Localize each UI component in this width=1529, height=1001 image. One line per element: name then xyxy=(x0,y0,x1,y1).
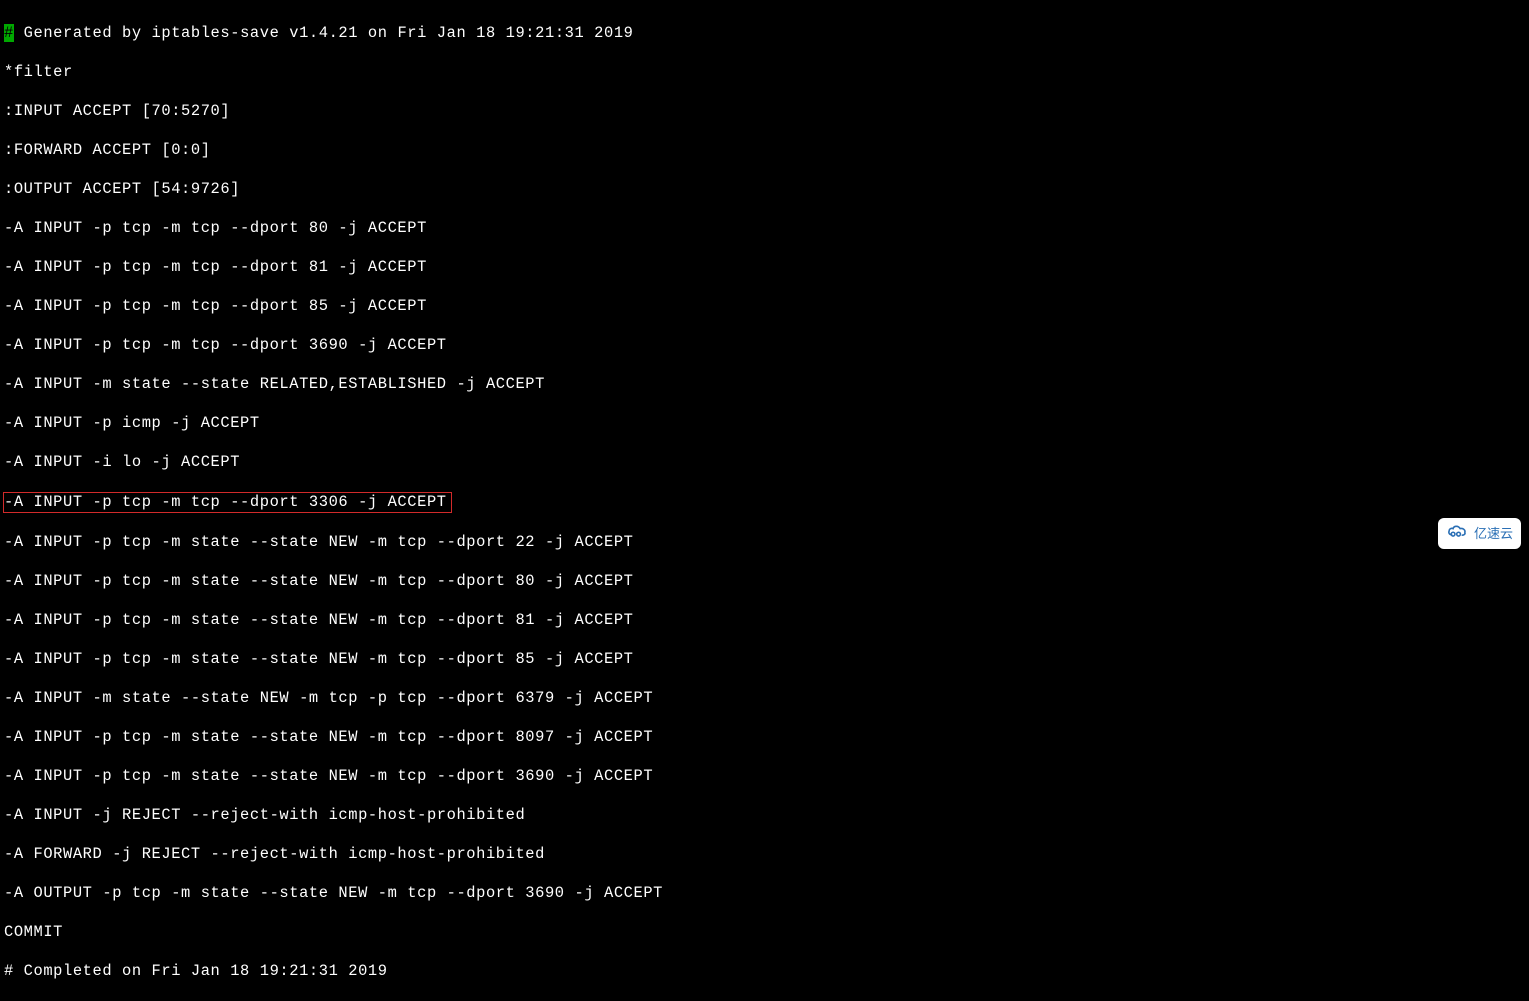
terminal-line: *filter xyxy=(4,63,1529,83)
watermark-badge: 亿速云 xyxy=(1438,518,1521,550)
terminal-line: -A INPUT -p icmp -j ACCEPT xyxy=(4,414,1529,434)
watermark-text: 亿速云 xyxy=(1474,524,1513,544)
terminal-line: -A INPUT -p tcp -m tcp --dport 81 -j ACC… xyxy=(4,258,1529,278)
terminal-line: -A INPUT -m state --state RELATED,ESTABL… xyxy=(4,375,1529,395)
terminal-line: -A INPUT -p tcp -m state --state NEW -m … xyxy=(4,650,1529,670)
terminal-line: -A INPUT -p tcp -m tcp --dport 85 -j ACC… xyxy=(4,297,1529,317)
terminal-line: -A INPUT -j REJECT --reject-with icmp-ho… xyxy=(4,806,1529,826)
terminal-line: -A INPUT -p tcp -m state --state NEW -m … xyxy=(4,767,1529,787)
cloud-icon xyxy=(1446,522,1468,546)
terminal-line: -A INPUT -p tcp -m tcp --dport 80 -j ACC… xyxy=(4,219,1529,239)
terminal-line: -A INPUT -m state --state NEW -m tcp -p … xyxy=(4,689,1529,709)
terminal-line: -A FORWARD -j REJECT --reject-with icmp-… xyxy=(4,845,1529,865)
terminal-line: :INPUT ACCEPT [70:5270] xyxy=(4,102,1529,122)
terminal-line: :OUTPUT ACCEPT [54:9726] xyxy=(4,180,1529,200)
shell-prompt: # xyxy=(4,24,14,42)
terminal-line: -A INPUT -p tcp -m state --state NEW -m … xyxy=(4,533,1529,553)
terminal-line: # Completed on Fri Jan 18 19:21:31 2019 xyxy=(4,962,1529,982)
terminal-line: -A OUTPUT -p tcp -m state --state NEW -m… xyxy=(4,884,1529,904)
terminal-line: Generated by iptables-save v1.4.21 on Fr… xyxy=(14,24,634,42)
terminal-line: COMMIT xyxy=(4,923,1529,943)
terminal-line: -A INPUT -p tcp -m state --state NEW -m … xyxy=(4,611,1529,631)
terminal-line: :FORWARD ACCEPT [0:0] xyxy=(4,141,1529,161)
highlighted-rule-line: -A INPUT -p tcp -m tcp --dport 3306 -j A… xyxy=(3,492,452,514)
terminal-line: -A INPUT -i lo -j ACCEPT xyxy=(4,453,1529,473)
terminal-line: -A INPUT -p tcp -m state --state NEW -m … xyxy=(4,572,1529,592)
terminal-output: # Generated by iptables-save v1.4.21 on … xyxy=(0,0,1529,557)
terminal-line: -A INPUT -p tcp -m tcp --dport 3690 -j A… xyxy=(4,336,1529,356)
terminal-line: -A INPUT -p tcp -m state --state NEW -m … xyxy=(4,728,1529,748)
